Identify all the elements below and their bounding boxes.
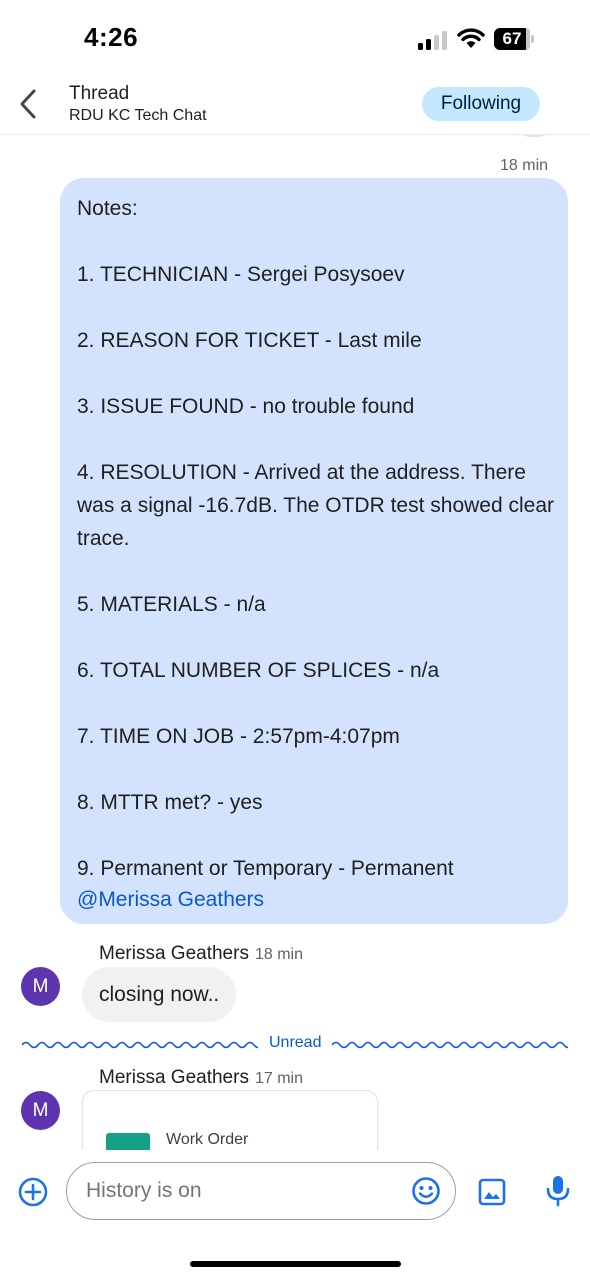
battery-level: 67 xyxy=(502,29,522,48)
work-order-card[interactable]: Work Order xyxy=(82,1090,378,1150)
message-timestamp: 18 min xyxy=(254,946,303,963)
notes-line: 8. MTTR met? - yes xyxy=(77,791,263,814)
notes-line xyxy=(77,687,557,720)
back-button[interactable] xyxy=(10,84,46,124)
notes-line: 3. ISSUE FOUND - no trouble found xyxy=(77,395,415,418)
notes-line xyxy=(77,621,557,654)
unread-divider: Unread xyxy=(22,1034,568,1056)
page-title: Thread xyxy=(69,83,130,104)
notes-line: 7. TIME ON JOB - 2:57pm-4:07pm xyxy=(77,725,400,748)
microphone-icon[interactable] xyxy=(544,1174,572,1208)
message-list[interactable]: 18 min Notes: 1. TECHNICIAN - Sergei Pos… xyxy=(0,135,590,1150)
chevron-left-icon xyxy=(20,89,36,119)
message-timestamp: 17 min xyxy=(254,1070,303,1087)
message-composer xyxy=(0,1150,590,1240)
thread-screen: 4:26 67 Thread RDU KC Tech Chat Followin… xyxy=(0,0,590,1280)
notes-line: 4. RESOLUTION - Arrived at the address. … xyxy=(77,461,555,550)
status-bar: 4:26 67 xyxy=(0,0,590,80)
home-indicator xyxy=(190,1261,401,1267)
cellular-signal-icon xyxy=(418,30,450,50)
notes-line xyxy=(77,423,557,456)
space-name: RDU KC Tech Chat xyxy=(69,107,207,124)
form-icon xyxy=(106,1133,150,1150)
notes-line xyxy=(77,357,557,390)
add-icon[interactable] xyxy=(17,1176,49,1208)
notes-line: Notes: xyxy=(77,197,138,220)
message-input[interactable] xyxy=(86,1163,386,1219)
notes-line xyxy=(77,753,557,786)
notes-line xyxy=(77,225,557,258)
notes-line: 5. MATERIALS - n/a xyxy=(77,593,266,616)
wavy-line-right xyxy=(332,1041,568,1049)
message-input-box[interactable] xyxy=(66,1162,456,1220)
previous-message-edge xyxy=(518,135,550,137)
unread-label: Unread xyxy=(269,1034,322,1051)
sender-name[interactable]: Merissa Geathers xyxy=(99,943,249,964)
status-time: 4:26 xyxy=(84,22,139,52)
notes-line: 6. TOTAL NUMBER OF SPLICES - n/a xyxy=(77,659,440,682)
following-button[interactable]: Following xyxy=(422,87,540,121)
thread-header: Thread RDU KC Tech Chat Following xyxy=(0,80,590,135)
reply-message-bubble[interactable]: closing now.. xyxy=(82,967,237,1022)
mention-link[interactable]: @Merissa Geathers xyxy=(77,885,557,915)
notes-line: 9. Permanent or Temporary - Permanent xyxy=(77,857,454,880)
sender-name[interactable]: Merissa Geathers xyxy=(99,1067,249,1088)
sender-line: Merissa Geathers 17 min xyxy=(99,1067,303,1089)
notes-line xyxy=(77,555,557,588)
notes-message-text: Notes: 1. TECHNICIAN - Sergei Posysoev 2… xyxy=(77,192,557,915)
notes-message-bubble[interactable]: Notes: 1. TECHNICIAN - Sergei Posysoev 2… xyxy=(60,178,568,924)
notes-line: 1. TECHNICIAN - Sergei Posysoev xyxy=(77,263,405,286)
card-title: Work Order xyxy=(166,1131,249,1148)
avatar[interactable]: M xyxy=(21,967,60,1006)
avatar[interactable]: M xyxy=(21,1091,60,1130)
image-icon[interactable] xyxy=(478,1178,506,1206)
message-timestamp: 18 min xyxy=(500,157,549,174)
battery-icon: 67 xyxy=(494,28,534,50)
sender-line: Merissa Geathers 18 min xyxy=(99,943,303,965)
notes-line xyxy=(77,291,557,324)
notes-line: 2. REASON FOR TICKET - Last mile xyxy=(77,329,422,352)
wifi-icon xyxy=(457,28,485,48)
notes-line xyxy=(77,819,557,852)
emoji-icon[interactable] xyxy=(410,1175,442,1207)
wavy-line-left xyxy=(22,1041,258,1049)
